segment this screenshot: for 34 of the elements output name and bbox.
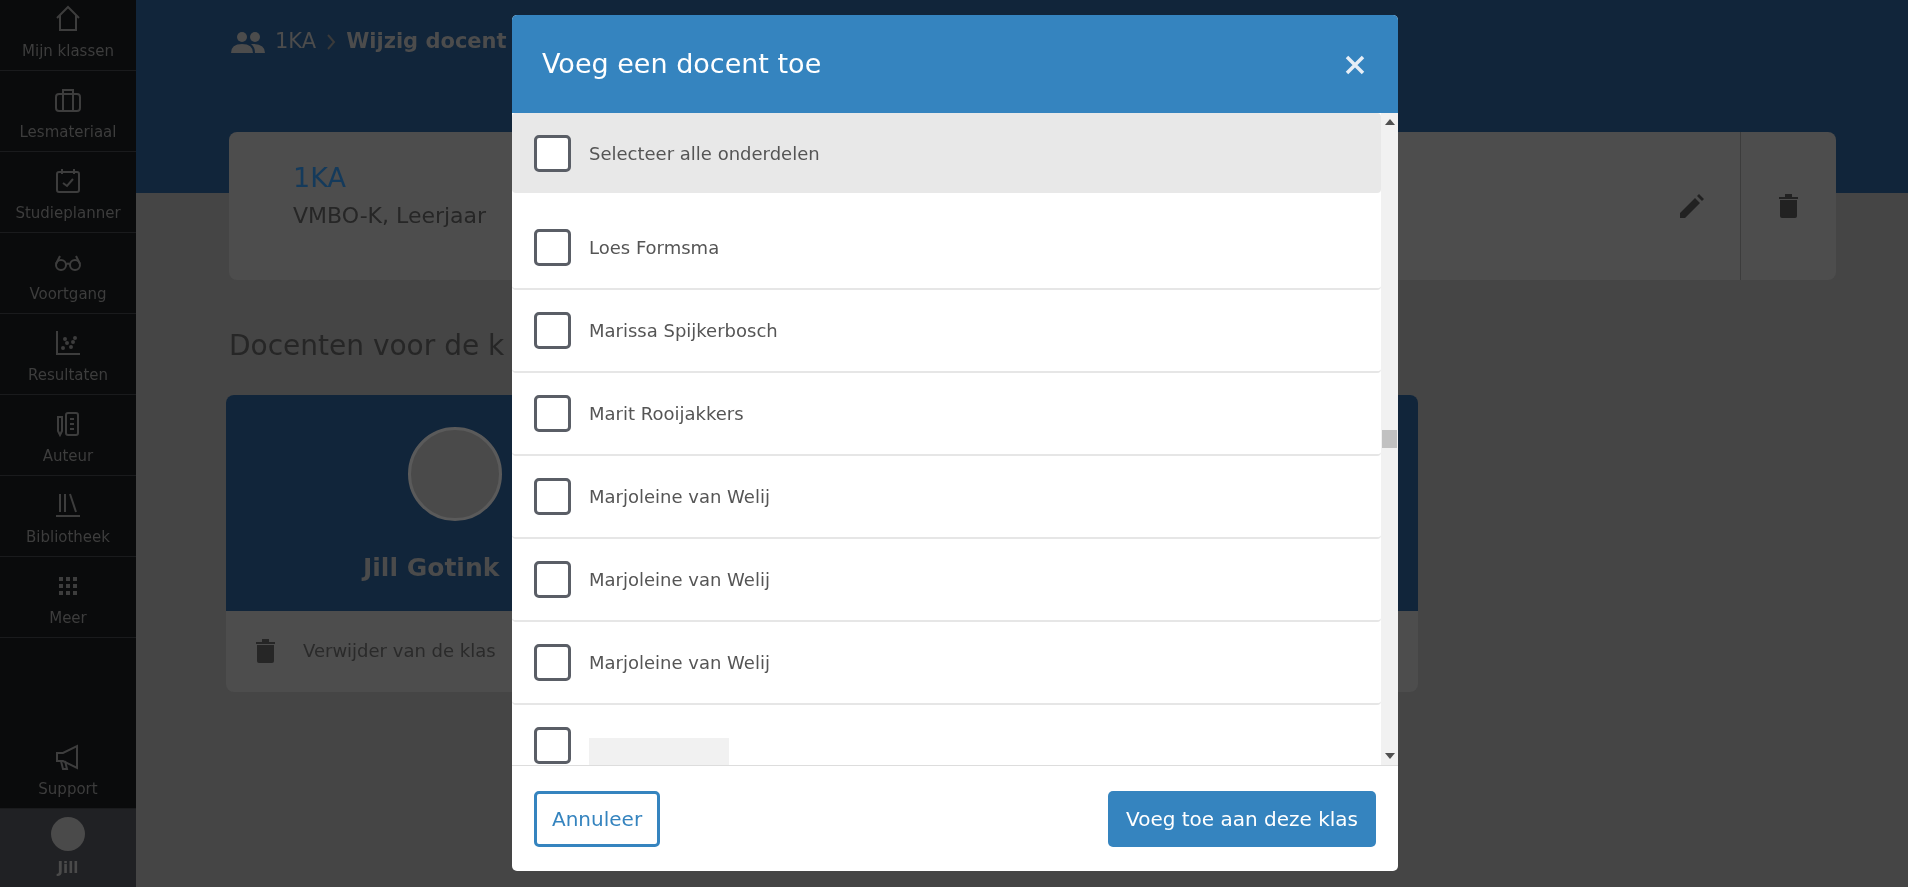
teacher-name: Jill Gotink	[363, 552, 500, 584]
checkbox[interactable]	[534, 395, 571, 432]
scroll-up-icon	[1384, 118, 1395, 126]
checkbox[interactable]	[534, 312, 571, 349]
close-icon	[1344, 53, 1366, 76]
row-label: Marissa Spijkerbosch	[589, 319, 778, 343]
checkbox[interactable]	[534, 727, 571, 764]
people-icon	[231, 30, 265, 53]
scrollbar-thumb[interactable]	[1382, 430, 1397, 448]
pencil-icon	[1680, 194, 1704, 218]
row-label: Marjoleine van Welij	[589, 651, 770, 675]
chevron-icon	[326, 32, 337, 51]
breadcrumb-item: Wijzig docent	[346, 28, 507, 55]
checkbox[interactable]	[534, 644, 571, 681]
trash-icon	[1779, 194, 1798, 218]
avatar-placeholder	[51, 816, 85, 851]
checkbox[interactable]	[534, 134, 571, 172]
class-title: 1KA	[293, 161, 347, 195]
scroll-down-icon	[1384, 752, 1395, 760]
row-label: Loes Formsma	[589, 236, 720, 260]
row-label: Marit Rooijakkers	[589, 402, 744, 426]
select-all-row[interactable]: Selecteer alle onderdelen	[512, 113, 1381, 193]
trash-icon	[256, 638, 275, 663]
dialog-title: Voeg een docent toe	[542, 46, 822, 81]
checkbox[interactable]	[534, 561, 571, 598]
cancel-button[interactable]: Annuleer	[534, 790, 661, 847]
checkbox[interactable]	[534, 229, 571, 266]
checkbox[interactable]	[534, 478, 571, 515]
row-label: Selecteer alle onderdelen	[589, 141, 820, 166]
breadcrumb-item[interactable]: 1KA	[275, 26, 317, 58]
add-button[interactable]: Voeg toe aan deze klas	[1108, 790, 1376, 847]
row-label: Marjoleine van Welij	[589, 485, 770, 509]
row-label: Marjoleine van Welij	[589, 568, 770, 592]
scrollbar[interactable]	[1381, 113, 1398, 765]
